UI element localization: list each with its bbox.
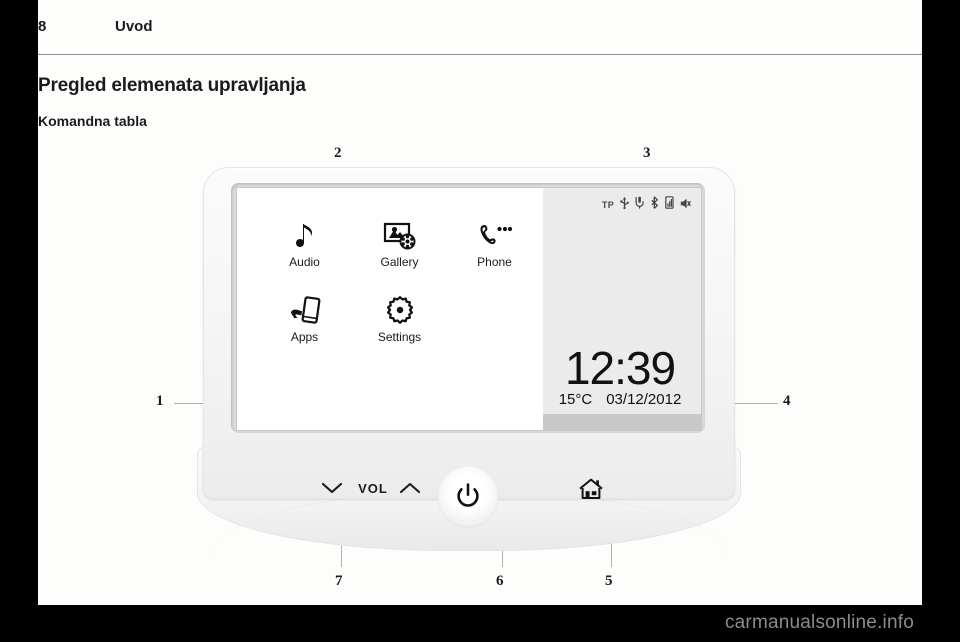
menu-item-audio[interactable]: Audio [257, 214, 352, 269]
page-number: 8 [38, 18, 47, 35]
callout-1: 1 [156, 393, 164, 409]
hardware-control-row: VOL [203, 467, 733, 537]
current-date: 03/12/2012 [606, 391, 682, 408]
home-menu-row-2: Apps Settings [257, 289, 543, 344]
screen-bottom-bar [543, 414, 701, 430]
menu-item-gallery[interactable]: Gallery [352, 214, 447, 269]
volume-up-button[interactable] [399, 481, 421, 495]
clock-widget: 12:39 15°C 03/12/2012 [543, 341, 697, 408]
volume-label: VOL [358, 481, 388, 496]
menu-item-gallery-label: Gallery [380, 255, 419, 269]
music-note-icon [257, 214, 352, 252]
callout-5: 5 [605, 573, 613, 589]
power-button[interactable] [439, 467, 497, 525]
page-title: Pregled elemenata upravljanja [38, 75, 306, 96]
speaker-mute-icon [680, 196, 691, 214]
gear-icon [352, 289, 447, 327]
infotainment-screen[interactable]: Audio Gallery Phone Apps Settings TP 12:… [236, 187, 702, 431]
home-icon [579, 478, 603, 499]
callout-2: 2 [334, 145, 342, 161]
clock-subline: 15°C 03/12/2012 [543, 391, 697, 408]
menu-item-phone[interactable]: Phone [447, 214, 542, 269]
running-head: 8 Uvod [38, 18, 922, 42]
callout-3: 3 [643, 145, 651, 161]
phone-signal-icon [665, 196, 674, 214]
menu-item-settings[interactable]: Settings [352, 289, 447, 344]
volume-up-chevron-icon [399, 482, 421, 494]
section-subtitle: Komandna tabla [38, 113, 147, 129]
gallery-icon [352, 214, 447, 252]
power-icon [457, 483, 479, 507]
usb-icon [620, 196, 629, 214]
menu-item-audio-label: Audio [289, 255, 320, 269]
apps-hand-phone-icon [257, 289, 352, 327]
screen-menu-pane: Audio Gallery Phone Apps Settings [237, 188, 543, 430]
home-button[interactable] [578, 477, 604, 501]
microphone-icon [635, 196, 644, 214]
screen-info-pane: TP 12:39 15°C 03/12/2012 [543, 188, 701, 430]
status-bar: TP [602, 196, 691, 214]
header-divider [38, 54, 922, 55]
manual-page-sheet: 8 Uvod Pregled elemenata upravljanja Kom… [38, 0, 922, 633]
clock-time: 12:39 [564, 341, 676, 394]
menu-item-apps[interactable]: Apps [257, 289, 352, 344]
menu-item-phone-label: Phone [477, 255, 512, 269]
watermark: carmanualsonline.info [724, 612, 914, 633]
menu-item-apps-label: Apps [290, 330, 319, 344]
infotainment-unit: Audio Gallery Phone Apps Settings TP 12:… [197, 167, 741, 562]
running-title: Uvod [115, 18, 153, 35]
volume-down-chevron-icon [321, 482, 343, 494]
tp-label: TP [601, 200, 614, 210]
phone-handset-icon [447, 214, 542, 252]
callout-4: 4 [783, 393, 791, 409]
bluetooth-icon [650, 196, 659, 214]
outside-temperature: 15°C [558, 391, 593, 408]
figure-dashboard-illustration: 2 3 1 4 7 6 5 Audio Gallery Phone Apps S… [38, 145, 922, 605]
callout-6: 6 [496, 573, 504, 589]
home-menu-row-1: Audio Gallery Phone [257, 214, 543, 269]
callout-7: 7 [335, 573, 343, 589]
home-menu-grid: Audio Gallery Phone Apps Settings [257, 214, 543, 364]
menu-item-settings-label: Settings [377, 330, 422, 344]
volume-down-button[interactable] [321, 481, 343, 495]
